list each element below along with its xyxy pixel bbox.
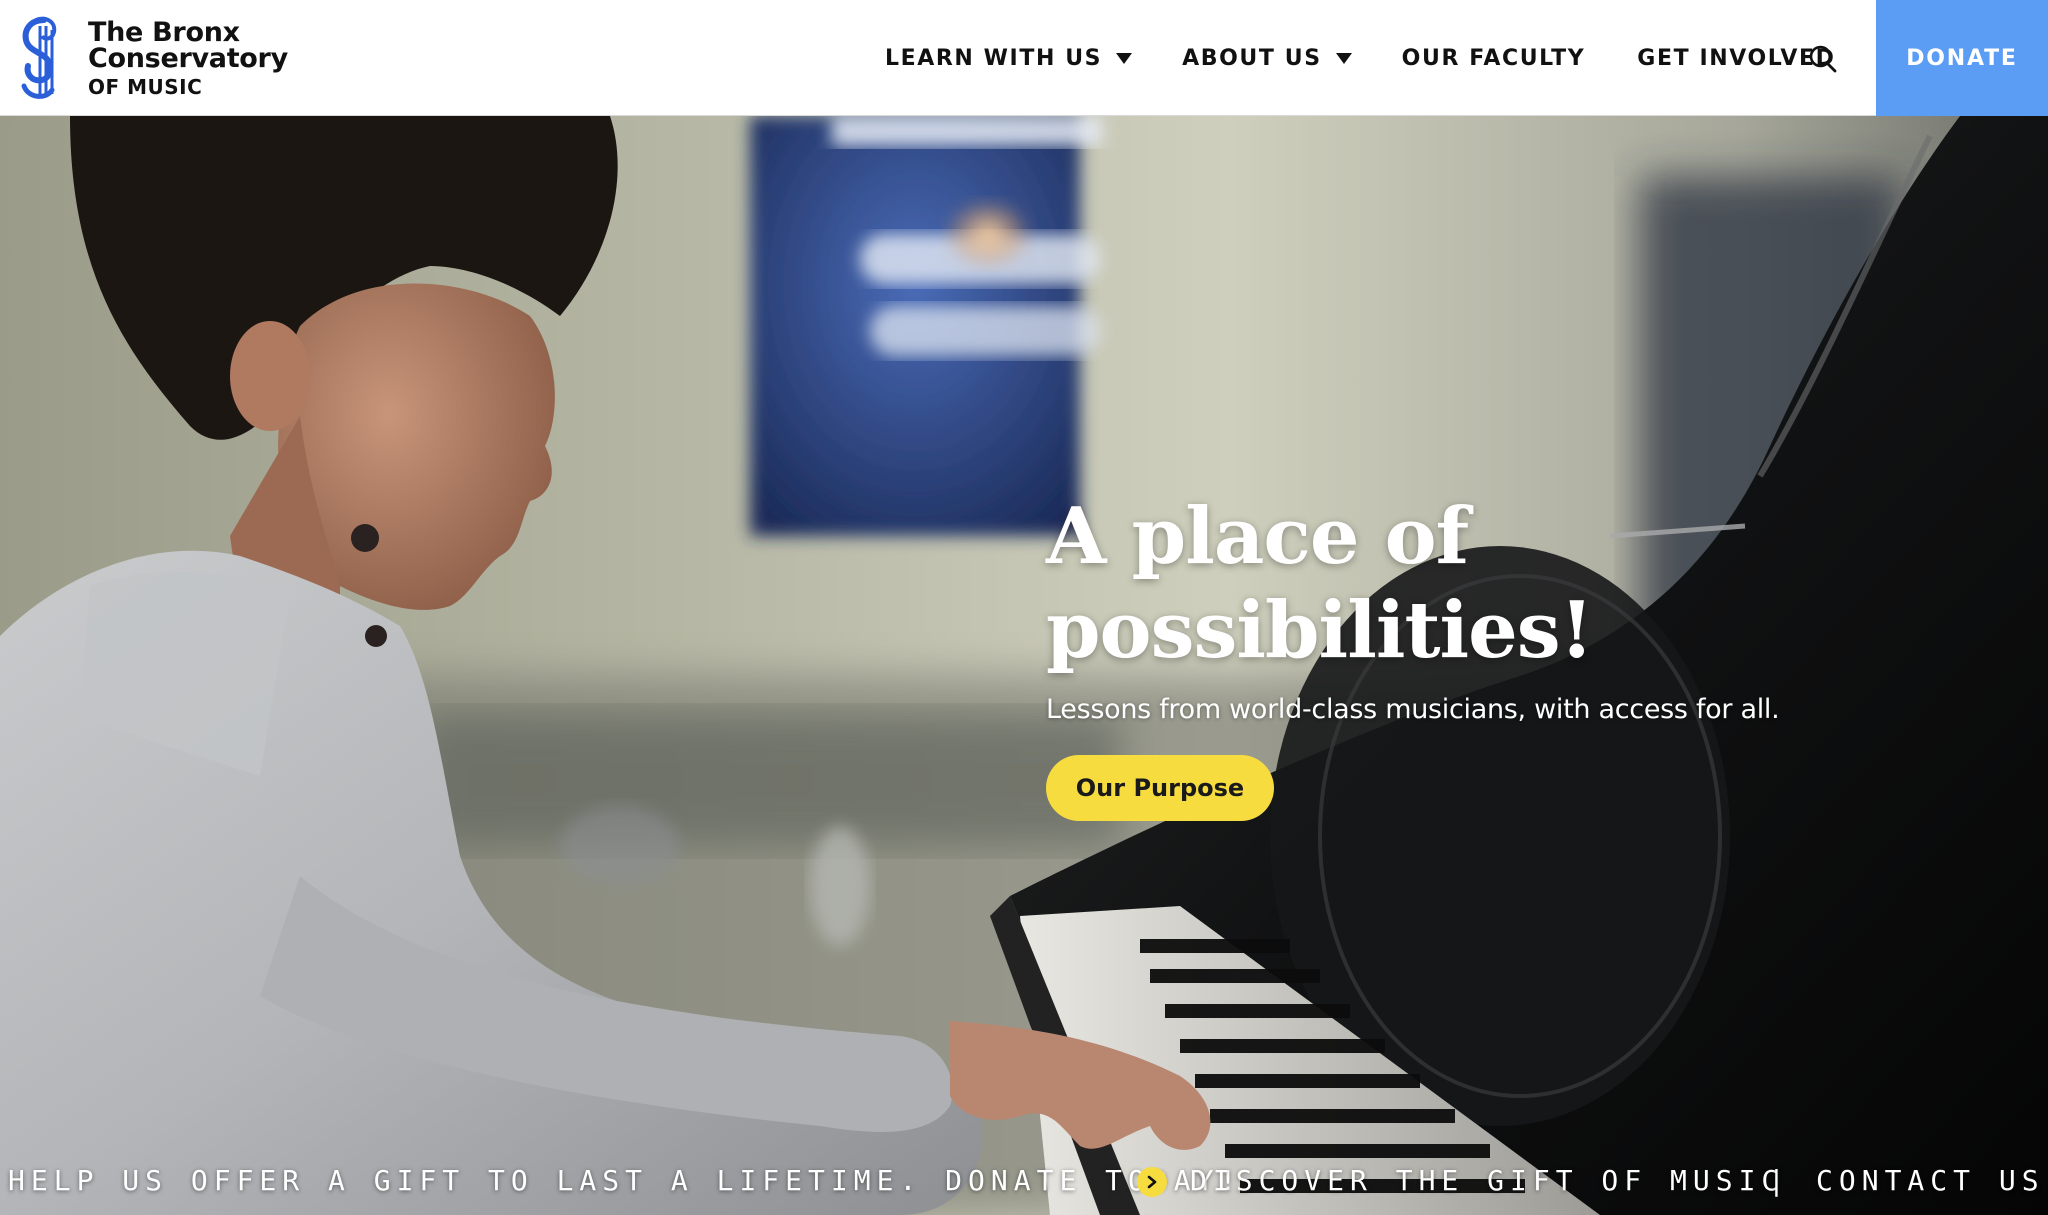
logo-line-2: Conservatory <box>88 43 288 74</box>
chevron-right-glyph <box>1147 1175 1157 1189</box>
ticker-contact-link[interactable]: CONTACT US <box>1816 1164 2045 1197</box>
hero-section: A place of possibilities! Lessons from w… <box>0 116 2048 1215</box>
logo-line-3: OF MUSIC <box>88 75 203 99</box>
hero-subtitle: Lessons from world-class musicians, with… <box>1046 694 1780 725</box>
nav-our-faculty[interactable]: OUR FACULTY <box>1402 46 1586 71</box>
hero-content: A place of possibilities! Lessons from w… <box>1046 490 1846 821</box>
caret-down-icon <box>1335 52 1352 64</box>
ticker-separator: | <box>1768 1163 1791 1197</box>
nav-get-involved[interactable]: GET INVOLVED <box>1637 46 1835 71</box>
caret-down-icon <box>1116 52 1133 64</box>
search-icon[interactable] <box>1808 44 1838 74</box>
site-header: The Bronx Conservatory OF MUSIC LEARN WI… <box>0 0 2048 116</box>
announcement-ticker: HELP US OFFER A GIFT TO LAST A LIFETIME.… <box>0 1150 2048 1210</box>
main-nav: LEARN WITH US ABOUT US OUR FACULTY GET I… <box>885 0 1836 116</box>
our-purpose-button[interactable]: Our Purpose <box>1046 755 1274 821</box>
nav-about-us[interactable]: ABOUT US <box>1182 46 1352 71</box>
ticker-discover-link[interactable]: DISCOVER THE GIFT OF MUSIC <box>1190 1164 1784 1197</box>
nav-about-label: ABOUT US <box>1182 45 1322 71</box>
nav-faculty-label: OUR FACULTY <box>1401 45 1586 71</box>
site-logo[interactable]: The Bronx Conservatory OF MUSIC <box>16 16 288 102</box>
logo-wordmark: The Bronx Conservatory OF MUSIC <box>88 19 288 102</box>
hero-title: A place of possibilities! <box>1046 490 1846 678</box>
nav-learn-with-us[interactable]: LEARN WITH US <box>885 45 1133 71</box>
ticker-donate-message[interactable]: HELP US OFFER A GIFT TO LAST A LIFETIME.… <box>8 1164 1242 1197</box>
donate-button[interactable]: DONATE <box>1876 0 2048 116</box>
nav-learn-label: LEARN WITH US <box>885 45 1103 71</box>
clef-logo-icon <box>21 16 57 99</box>
hero-title-line-1: A place of <box>1046 491 1469 582</box>
hero-title-line-2: possibilities! <box>1046 585 1594 676</box>
nav-involved-label: GET INVOLVED <box>1637 45 1836 71</box>
chevron-right-icon[interactable] <box>1137 1167 1167 1197</box>
